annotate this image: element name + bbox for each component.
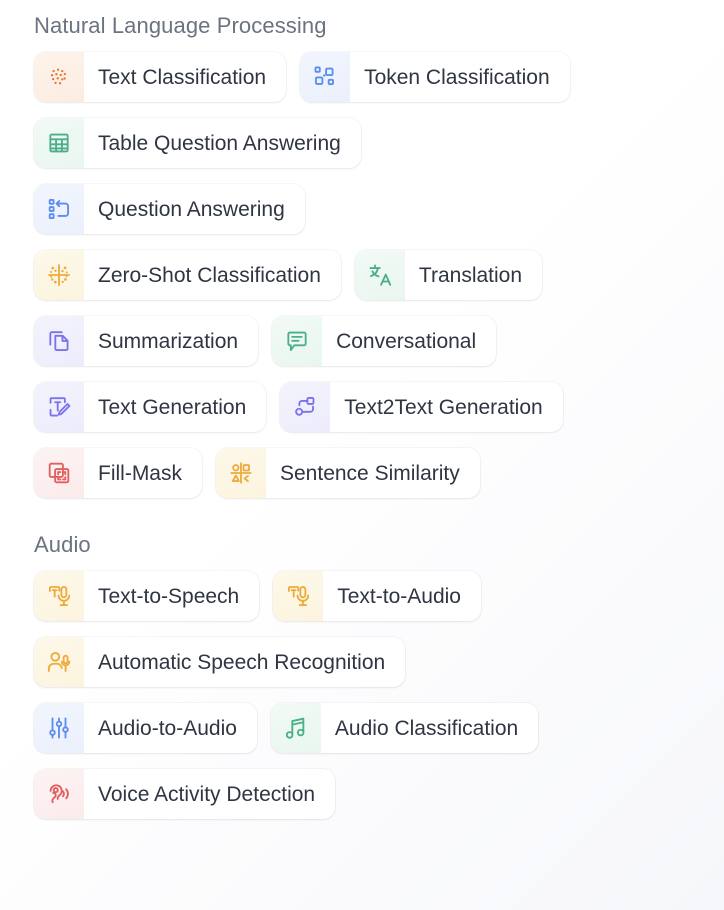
section-title-nlp: Natural Language Processing [34,13,327,38]
task-row: Automatic Speech Recognition [34,637,724,687]
task-pill-label: Text Generation [98,395,247,419]
task-row: Audio-to-Audio Audio Classification [34,703,724,753]
task-row: Fill-Mask Sentence Similarity [34,448,724,498]
task-pill-label: Zero-Shot Classification [98,263,321,287]
question-answering-icon [34,184,84,234]
task-pill-label: Text-to-Speech [98,584,240,608]
token-classification-icon [300,52,351,102]
task-pill[interactable]: Text-to-Audio [273,571,481,621]
task-pill-label: Audio-to-Audio [98,716,237,740]
text2text-generation-icon [280,382,331,432]
translation-icon [354,250,405,300]
text-to-speech-icon [34,571,84,621]
section-nlp: Natural Language Processing Text Classif… [0,0,724,498]
task-pill-label: Voice Activity Detection [98,782,316,806]
task-row: Text-to-Speech Text-to-Audio [34,571,724,621]
task-pill-label: Text-to-Audio [337,584,461,608]
task-pill-label: Token Classification [364,65,550,89]
text-to-audio-icon [273,571,324,621]
task-pill[interactable]: Translation [354,250,543,300]
task-browser-page: Natural Language Processing Text Classif… [0,0,724,910]
task-pill[interactable]: Zero-Shot Classification [34,250,341,300]
text-generation-icon [34,382,84,432]
task-pill-label: Fill-Mask [98,461,182,485]
task-row: Zero-Shot Classification Translation [34,250,724,300]
task-pill[interactable]: Sentence Similarity [216,448,480,498]
fill-mask-icon [34,448,84,498]
section-title-audio: Audio [34,532,91,557]
task-pill-label: Question Answering [98,197,285,221]
audio-classification-icon [270,703,321,753]
task-pill[interactable]: Summarization [34,316,259,366]
sentence-similarity-icon [216,448,266,498]
task-pill-label: Audio Classification [334,716,519,740]
task-pill-label: Automatic Speech Recognition [98,650,386,674]
task-pill[interactable]: Text Classification [34,52,287,102]
table-question-answering-icon [34,118,84,168]
task-pill-label: Conversational [336,329,477,353]
task-pill-label: Sentence Similarity [280,461,460,485]
task-pill[interactable]: Text-to-Speech [34,571,260,621]
task-pill[interactable]: Table Question Answering [34,118,361,168]
audio-to-audio-icon [34,703,84,753]
task-pill-label: Table Question Answering [98,131,341,155]
task-row: Question Answering [34,184,724,234]
task-row: Text Generation Text2Text Generation [34,382,724,432]
task-pill[interactable]: Automatic Speech Recognition [34,637,406,687]
task-pill[interactable]: Audio Classification [270,703,539,753]
voice-activity-detection-icon [34,769,84,819]
task-pill[interactable]: Fill-Mask [34,448,202,498]
task-pill-label: Text Classification [98,65,267,89]
automatic-speech-recognition-icon [34,637,84,687]
task-pill[interactable]: Text2Text Generation [280,382,563,432]
section-audio: Audio Text-to-Speech Text-to-Audio Automat… [0,534,724,819]
task-row: Text Classification Token Classification [34,52,724,102]
task-pill-label: Translation [418,263,523,287]
task-pill[interactable]: Conversational [272,316,497,366]
task-pill[interactable]: Audio-to-Audio [34,703,257,753]
task-pill-label: Text2Text Generation [344,395,543,419]
summarization-icon [34,316,84,366]
task-row: Table Question Answering [34,118,724,168]
task-list-nlp: Text Classification Token Classification T… [34,52,724,498]
task-pill[interactable]: Text Generation [34,382,267,432]
task-list-audio: Text-to-Speech Text-to-Audio Automatic Spe… [34,571,724,819]
task-pill[interactable]: Question Answering [34,184,305,234]
zero-shot-classification-icon [34,250,84,300]
task-row: Summarization Conversational [34,316,724,366]
task-pill[interactable]: Voice Activity Detection [34,769,336,819]
task-pill[interactable]: Token Classification [300,52,570,102]
text-classification-icon [34,52,84,102]
task-row: Voice Activity Detection [34,769,724,819]
task-pill-label: Summarization [98,329,239,353]
conversational-icon [272,316,323,366]
